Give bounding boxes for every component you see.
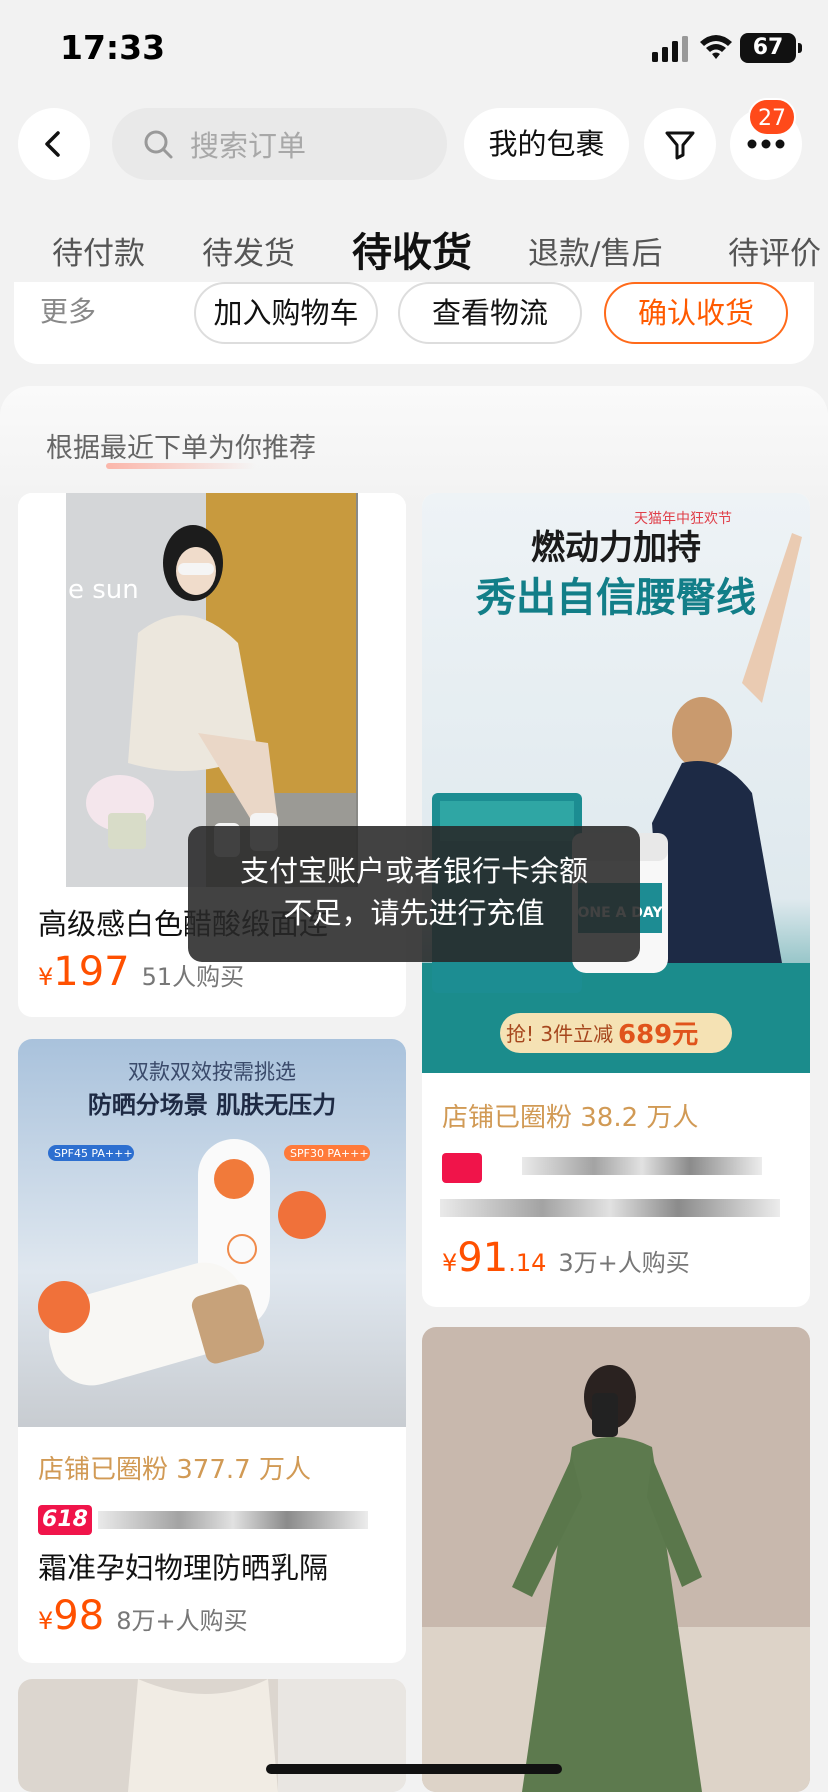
recommendation-title-text: 根据最近下单为你推荐 [46, 433, 316, 464]
home-indicator[interactable] [266, 1764, 562, 1774]
image-promo-amount: 689元 [618, 1020, 698, 1050]
notification-badge: 27 [748, 98, 796, 136]
chevron-left-icon [45, 131, 60, 157]
tab-pending-payment[interactable]: 待付款 [52, 228, 145, 273]
title-underline [106, 463, 256, 469]
product-price: ¥91.14 3万+人购买 [442, 1235, 690, 1281]
image-line1: 双款双效按需挑选 [128, 1060, 296, 1084]
product-image [18, 1679, 406, 1792]
product-card-lace[interactable] [18, 1679, 406, 1792]
image-line2: 防晒分场景 肌肤无压力 [88, 1091, 336, 1119]
tab-pending-review[interactable]: 待评价 [728, 228, 821, 273]
blurred-title-line [440, 1199, 780, 1217]
tab-pending-shipment[interactable]: 待发货 [202, 228, 295, 273]
product-price: ¥98 8万+人购买 [38, 1593, 248, 1639]
image-headline: 燃动力加持 [531, 528, 701, 568]
order-tabs: 待付款 待发货 待收货 退款/售后 待评价 [0, 216, 828, 280]
price-decimal: .14 [508, 1249, 547, 1277]
price-value: 98 [53, 1593, 105, 1639]
tab-pending-receipt[interactable]: 待收货 [352, 220, 472, 278]
product-image: 双款双效按需挑选 防晒分场景 肌肤无压力 SPF45 PA+++ SPF30 P… [18, 1039, 406, 1427]
promo-618-tag: 618 [38, 1505, 92, 1535]
store-fans: 店铺已圈粉 38.2 万人 [442, 1103, 699, 1133]
image-promo-text: 抢! 3件立减 [506, 1022, 613, 1046]
top-nav: 搜索订单 我的包裹 27 [0, 98, 828, 182]
store-fans: 店铺已圈粉 377.7 万人 [38, 1455, 311, 1485]
sold-count: 3万+人购买 [558, 1249, 690, 1277]
sold-count: 8万+人购买 [116, 1607, 248, 1635]
product-card-sunscreen[interactable]: 双款双效按需挑选 防晒分场景 肌肤无压力 SPF45 PA+++ SPF30 P… [18, 1039, 406, 1663]
view-logistics-button[interactable]: 查看物流 [398, 282, 582, 344]
filter-icon [665, 131, 695, 160]
status-bar: 17:33 67 [0, 0, 828, 100]
toast-line-2: 不足，请先进行充值 [283, 896, 545, 930]
image-watermark-text: e sun [68, 575, 139, 605]
spf-right-label: SPF30 PA+++ [290, 1147, 369, 1160]
price-value: 91 [457, 1235, 509, 1281]
search-input[interactable]: 搜索订单 [112, 108, 447, 180]
toast-line-1: 支付宝账户或者银行卡余额 [239, 854, 588, 888]
battery-indicator: 67 [740, 33, 802, 63]
confirm-receipt-button[interactable]: 确认收货 [604, 282, 788, 344]
tab-refund-aftersale[interactable]: 退款/售后 [528, 228, 662, 273]
status-time: 17:33 [60, 28, 166, 67]
more-actions-link[interactable]: 更多 [40, 290, 96, 330]
price-value: 197 [53, 949, 130, 995]
toast-message: 支付宝账户或者银行卡余额 不足，请先进行充值 [188, 826, 640, 962]
order-card: 更多 加入购物车 查看物流 确认收货 [14, 282, 814, 364]
filter-button[interactable] [644, 108, 716, 180]
search-placeholder: 搜索订单 [190, 129, 307, 163]
more-dots-icon [747, 139, 785, 149]
currency-symbol: ¥ [442, 1249, 458, 1277]
recommendation-section: 根据最近下单为你推荐 e sun 高级感白色醋酸缎面连 ¥197 51人购买 天… [0, 386, 828, 1792]
recommendation-title: 根据最近下单为你推荐 [46, 426, 316, 469]
search-icon [144, 130, 173, 159]
product-title: 霜准孕妇物理防晒乳隔 [38, 1551, 329, 1585]
spf-left-label: SPF45 PA+++ [54, 1147, 133, 1160]
my-packages-button[interactable]: 我的包裹 [464, 108, 629, 180]
currency-symbol: ¥ [38, 1607, 54, 1635]
cellular-signal-icon [652, 36, 688, 62]
product-image: 天猫年中狂欢节 燃动力加持 秀出自信腰臀线 ONE A DAY 抢! 3件立减 … [422, 493, 810, 1073]
sold-count: 51人购买 [141, 963, 245, 991]
image-banner-text: 天猫年中狂欢节 [634, 511, 732, 527]
blurred-title-line [522, 1157, 762, 1175]
wifi-icon [700, 35, 732, 59]
image-subheadline: 秀出自信腰臀线 [475, 575, 756, 621]
product-card-green-dress[interactable] [422, 1327, 810, 1792]
back-button[interactable] [18, 108, 90, 180]
blurred-title-line [98, 1511, 368, 1529]
brand-tag [442, 1153, 482, 1183]
add-to-cart-button[interactable]: 加入购物车 [194, 282, 378, 344]
product-image [422, 1327, 810, 1792]
currency-symbol: ¥ [38, 963, 54, 991]
